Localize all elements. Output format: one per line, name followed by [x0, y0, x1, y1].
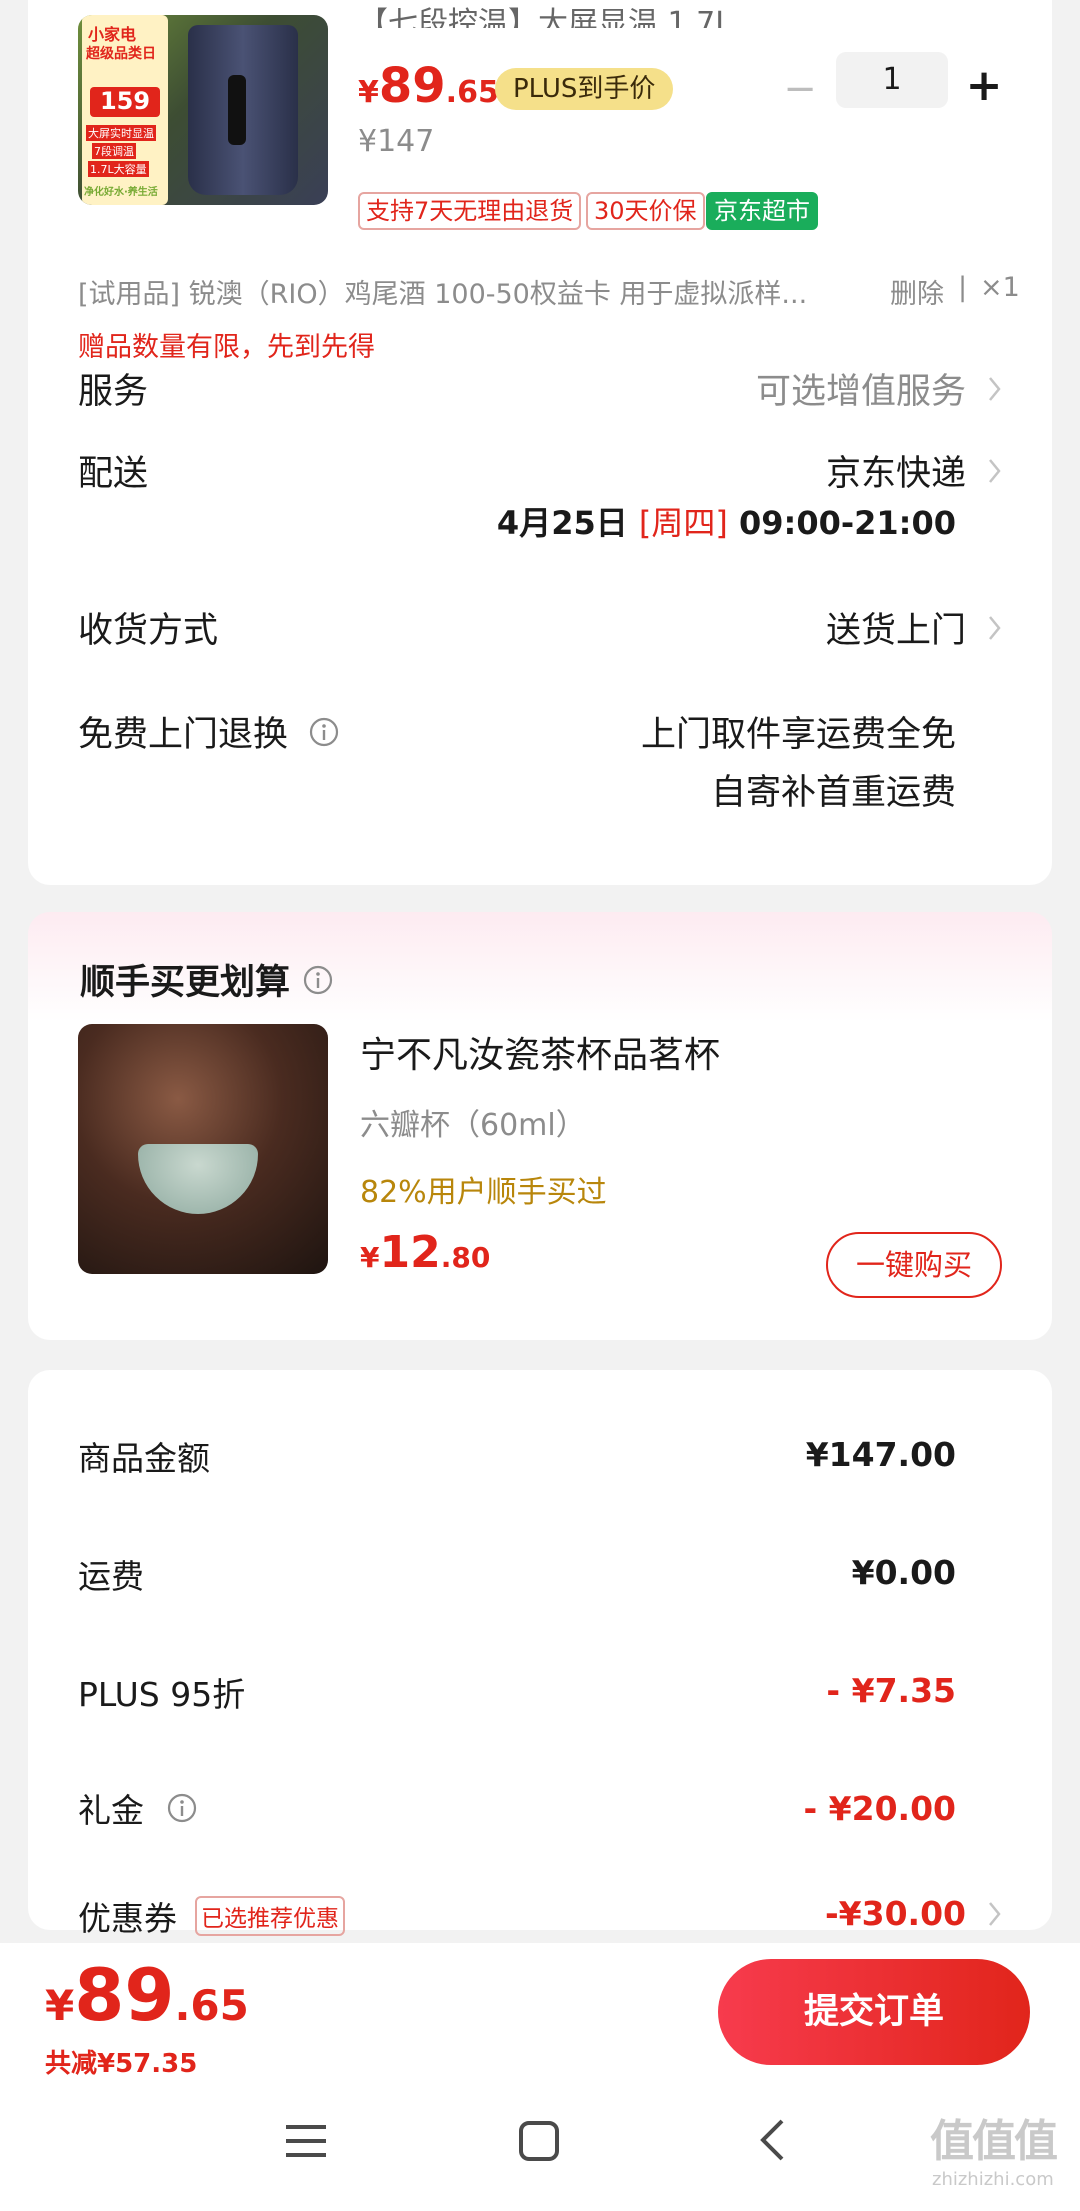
free-return-text: 免费上门退换: [78, 715, 289, 755]
addon-price: ¥12.80: [360, 1227, 490, 1278]
kettle-display: [228, 75, 246, 145]
delivery-label: 配送: [78, 454, 149, 494]
price-symbol: ¥: [358, 75, 379, 110]
delivery-weekday: [周四]: [638, 504, 728, 542]
goods-amount-value: ¥147.00: [805, 1435, 956, 1474]
delivery-time-slot[interactable]: 4月25日 [周四] 09:00-21:00: [497, 498, 956, 544]
tag-7day-return: 支持7天无理由退货: [358, 192, 582, 230]
total-saved: 共减¥57.35: [45, 2049, 198, 2079]
price-int: 12: [379, 1227, 441, 1278]
quantity-field[interactable]: 1: [836, 52, 948, 108]
coupon-value: -¥30.00: [824, 1894, 966, 1933]
price-symbol: ¥: [45, 1981, 75, 2030]
gift-money-label: 礼金: [78, 1791, 144, 1830]
trial-count: ×1: [980, 272, 1020, 303]
info-icon[interactable]: [308, 716, 340, 748]
thumb-line-3: 1.7L大容量: [88, 161, 149, 177]
product-price: ¥89.65: [358, 58, 499, 114]
price-dec: .65: [445, 75, 499, 110]
addon-title-row: 顺手买更划算: [80, 954, 334, 1005]
gift-money-value: - ¥20.00: [803, 1789, 956, 1828]
menu-icon[interactable]: [284, 2121, 328, 2161]
receive-row[interactable]: 送货上门: [826, 602, 1002, 653]
trial-separator: |: [958, 272, 968, 303]
price-summary-card: 商品金额 ¥147.00 运费 ¥0.00 PLUS 95折 - ¥7.35 礼…: [28, 1370, 1052, 1938]
info-icon[interactable]: [166, 1792, 198, 1824]
teacup-image: [138, 1144, 258, 1214]
free-return-value-1: 上门取件享运费全免: [640, 715, 956, 755]
addon-bought: 82%用户顺手买过: [360, 1175, 607, 1210]
addon-title: 顺手买更划算: [80, 963, 291, 1003]
shipping-label: 运费: [78, 1557, 144, 1596]
service-row[interactable]: 可选增值服务: [756, 363, 1002, 414]
delivery-time: 09:00-21:00: [739, 504, 956, 542]
total-price: ¥89.65: [45, 1953, 249, 2037]
free-return-label: 免费上门退换: [78, 706, 340, 757]
receive-label: 收货方式: [78, 611, 219, 651]
system-nav-bar: 值值值 zhizhizhi.com: [0, 2093, 1080, 2211]
plus-discount-value: - ¥7.35: [826, 1671, 956, 1710]
one-click-buy-button[interactable]: 一键购买: [826, 1232, 1002, 1298]
chevron-right-icon: [989, 376, 1001, 401]
original-price: ¥147: [358, 124, 435, 159]
coupon-label: 优惠券: [78, 1899, 177, 1938]
coupon-value-row[interactable]: -¥30.00: [825, 1894, 1002, 1933]
home-icon[interactable]: [517, 2119, 561, 2163]
info-icon[interactable]: [302, 964, 334, 996]
goods-amount-label: 商品金额: [78, 1439, 210, 1478]
gift-money-row: 礼金: [78, 1784, 198, 1832]
tag-price-protect: 30天价保: [586, 192, 705, 230]
receive-value: 送货上门: [825, 611, 966, 651]
quantity-plus-button[interactable]: +: [964, 60, 1004, 111]
price-symbol: ¥: [360, 1241, 380, 1274]
price-int: 89: [74, 1953, 175, 2037]
product-title[interactable]: 【七段控温】大屏显温 1.7L: [358, 0, 732, 28]
plus-price-badge: PLUS到手价: [495, 68, 674, 110]
service-label: 服务: [78, 372, 149, 412]
gift-notice: 赠品数量有限，先到先得: [78, 332, 375, 363]
watermark-url: zhizhizhi.com: [932, 2169, 1054, 2190]
trial-item-text: [试用品] 锐澳（RIO）鸡尾酒 100-50权益卡 用于虚拟派样...: [78, 279, 808, 310]
thumb-badge-top: 小家电: [88, 25, 137, 44]
coupon-row[interactable]: 优惠券 已选推荐优惠: [78, 1892, 345, 1940]
back-icon[interactable]: [757, 2117, 787, 2163]
addon-thumbnail[interactable]: [78, 1024, 328, 1274]
delivery-row[interactable]: 京东快递: [826, 445, 1002, 496]
chevron-right-icon: [989, 615, 1001, 640]
price-int: 89: [378, 58, 446, 114]
product-thumbnail[interactable]: 小家电 超级品类日 159 大屏实时显温 7段调温 1.7L大容量 净化好水·养…: [78, 15, 328, 205]
thumb-line-2: 7段调温: [92, 143, 136, 159]
coupon-tag: 已选推荐优惠: [195, 1896, 345, 1936]
thumb-badge-sub: 超级品类日: [86, 46, 156, 62]
service-value: 可选增值服务: [755, 372, 966, 412]
chevron-right-icon: [989, 1901, 1001, 1926]
quantity-minus-button[interactable]: −: [780, 66, 820, 112]
tag-jd-supermarket: 京东超市: [706, 192, 818, 230]
delivery-value: 京东快递: [825, 454, 966, 494]
trial-delete-link[interactable]: 删除: [890, 272, 944, 311]
order-items-card: 小家电 超级品类日 159 大屏实时显温 7段调温 1.7L大容量 净化好水·养…: [28, 0, 1052, 885]
addon-name[interactable]: 宁不凡汝瓷茶杯品茗杯: [360, 1026, 720, 1078]
watermark-logo: 值值值: [930, 2116, 1058, 2167]
addon-card: 顺手买更划算 宁不凡汝瓷茶杯品茗杯 六瓣杯（60ml） 82%用户顺手买过 ¥1…: [28, 912, 1052, 1340]
checkout-bar: ¥89.65 共减¥57.35 提交订单: [0, 1943, 1080, 2093]
thumb-price: 159: [90, 87, 160, 117]
price-dec: .80: [440, 1241, 491, 1274]
thumb-line-4: 净化好水·养生活: [84, 187, 158, 198]
plus-discount-label: PLUS 95折: [78, 1675, 246, 1714]
thumb-line-1: 大屏实时显温: [86, 125, 156, 141]
chevron-right-icon: [989, 458, 1001, 483]
addon-spec: 六瓣杯（60ml）: [360, 1108, 586, 1143]
shipping-value: ¥0.00: [851, 1553, 956, 1592]
submit-order-button[interactable]: 提交订单: [718, 1959, 1030, 2065]
free-return-value-2: 自寄补首重运费: [710, 773, 956, 813]
delivery-date: 4月25日: [496, 504, 628, 542]
price-dec: .65: [174, 1981, 249, 2030]
